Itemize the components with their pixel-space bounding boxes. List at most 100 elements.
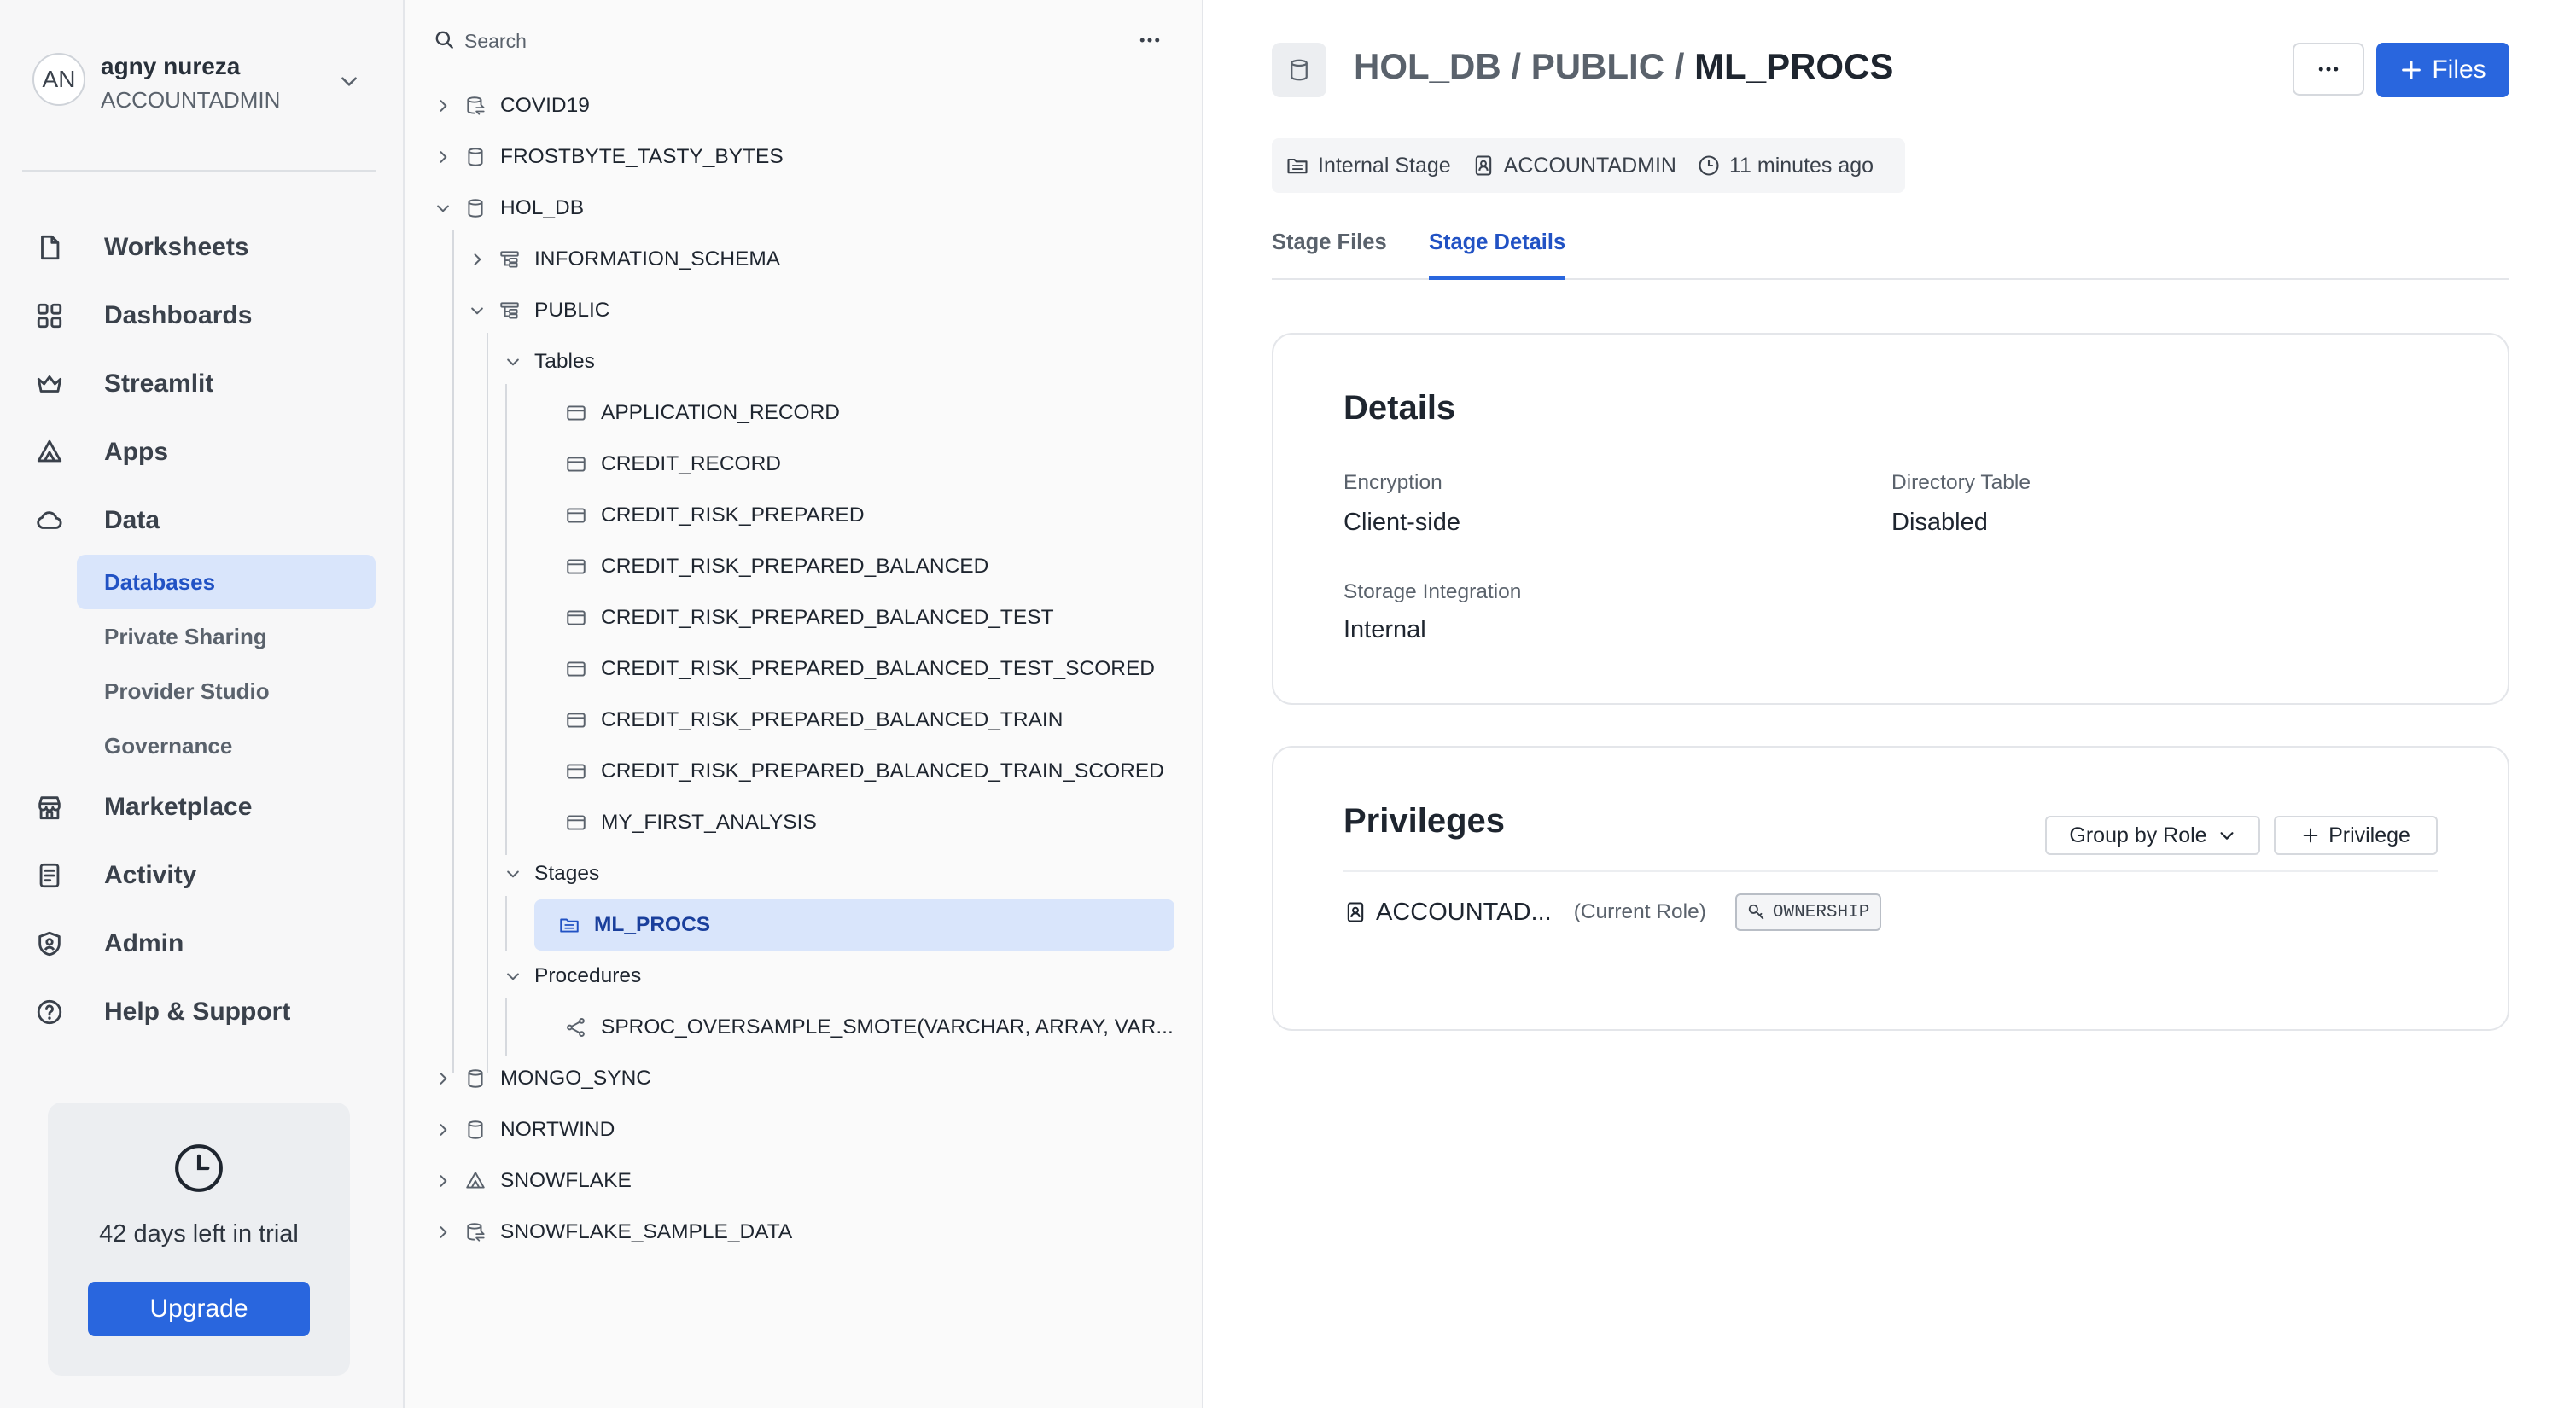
chevron-down-icon[interactable] (464, 298, 490, 323)
nav-sub-private-sharing[interactable]: Private Sharing (77, 609, 376, 664)
tree-item-schema[interactable]: INFORMATION_SCHEMA (464, 236, 780, 283)
chevron-right-icon[interactable] (430, 1066, 456, 1091)
tree-item-schema[interactable]: PUBLIC (464, 287, 610, 335)
add-privilege-button[interactable]: Privilege (2274, 816, 2438, 855)
page-title: ML_PROCS (1694, 46, 1894, 86)
search-input[interactable] (464, 24, 891, 58)
nav-item-streamlit[interactable]: Streamlit (32, 358, 374, 410)
chevron-right-icon[interactable] (464, 247, 490, 272)
snowflake-app-icon (463, 1168, 488, 1194)
nav-sub-databases[interactable]: Databases (77, 555, 376, 609)
tree-item-table[interactable]: CREDIT_RISK_PREPARED_BALANCED_TEST (557, 594, 1054, 642)
privilege-role-name[interactable]: ACCOUNTAD... (1376, 899, 1552, 927)
nav-item-apps[interactable]: Apps (32, 427, 374, 478)
nav-sub-governance[interactable]: Governance (77, 719, 376, 773)
nav-item-label: Worksheets (104, 233, 249, 261)
breadcrumb-schema[interactable]: PUBLIC (1531, 46, 1664, 86)
storage-integration-label: Storage Integration (1343, 580, 1522, 603)
avatar: AN (32, 53, 85, 106)
tree-item-table[interactable]: CREDIT_RISK_PREPARED_BALANCED_TRAIN (557, 696, 1063, 744)
chevron-right-icon[interactable] (430, 1117, 456, 1143)
tab-stage-details[interactable]: Stage Details (1429, 230, 1566, 280)
tree-item-table[interactable]: APPLICATION_RECORD (557, 389, 840, 437)
chevron-down-icon[interactable] (500, 349, 526, 375)
breadcrumb-separator: / (1501, 46, 1531, 86)
main-content: HOL_DB / PUBLIC / ML_PROCS Files Interna… (1203, 0, 2576, 1408)
trial-panel: 42 days left in trial Upgrade (48, 1103, 350, 1376)
chevron-down-icon[interactable] (338, 70, 360, 92)
add-privilege-label: Privilege (2328, 823, 2410, 847)
chevron-down-icon[interactable] (430, 195, 456, 221)
database-icon (463, 1066, 488, 1091)
tree-item-label: COVID19 (500, 94, 590, 117)
nav-item-worksheets[interactable]: Worksheets (32, 222, 374, 273)
tree-item-database[interactable]: HOL_DB (430, 184, 584, 232)
nav-item-activity[interactable]: Activity (32, 850, 374, 901)
tree-item-database[interactable]: NORTWIND (430, 1106, 615, 1154)
tree-item-label: NORTWIND (500, 1118, 615, 1141)
tree-item-table[interactable]: CREDIT_RISK_PREPARED_BALANCED_TRAIN_SCOR… (557, 748, 1164, 795)
tree-group-procedures[interactable]: Procedures (500, 952, 641, 1000)
chevron-right-icon[interactable] (430, 1168, 456, 1194)
schema-icon (497, 247, 522, 272)
tree-group-label: Tables (534, 350, 595, 373)
grid-icon (32, 299, 67, 333)
table-icon (563, 759, 589, 784)
nav-item-data[interactable]: Data (32, 495, 374, 546)
chevron-right-icon[interactable] (430, 1219, 456, 1245)
tree-item-database[interactable]: MONGO_SYNC (430, 1055, 651, 1103)
tree-item-table[interactable]: CREDIT_RISK_PREPARED_BALANCED (557, 543, 988, 591)
tree-item-label: ML_PROCS (594, 913, 711, 936)
tree-item-table[interactable]: CREDIT_RECORD (557, 440, 781, 488)
tree-item-table[interactable]: MY_FIRST_ANALYSIS (557, 799, 817, 847)
more-actions-button[interactable] (2293, 43, 2364, 96)
tab-stage-files[interactable]: Stage Files (1272, 230, 1387, 276)
tree-item-stage[interactable]: ML_PROCS (534, 899, 1174, 951)
database-icon (463, 1117, 488, 1143)
tree-guide-line (505, 384, 507, 855)
chevron-right-icon[interactable] (430, 93, 456, 119)
tree-item-database[interactable]: SNOWFLAKE_SAMPLE_DATA (430, 1208, 792, 1256)
tree-group-tables[interactable]: Tables (500, 338, 595, 386)
nav-divider (22, 170, 376, 172)
tree-item-label: PUBLIC (534, 299, 610, 322)
nav-sub-label: Private Sharing (104, 623, 267, 649)
chevron-down-icon[interactable] (500, 861, 526, 887)
chevron-down-icon[interactable] (500, 963, 526, 989)
tree-item-database[interactable]: SNOWFLAKE (430, 1157, 632, 1205)
nav-item-dashboards[interactable]: Dashboards (32, 290, 374, 341)
shared-database-icon (463, 93, 488, 119)
role-icon (1343, 900, 1367, 924)
tree-item-procedure[interactable]: SPROC_OVERSAMPLE_SMOTE(VARCHAR, ARRAY, V… (557, 1004, 1174, 1051)
tree-guide-line (452, 230, 454, 1073)
tree-item-label: CREDIT_RISK_PREPARED_BALANCED_TRAIN (601, 708, 1064, 731)
database-icon (463, 195, 488, 221)
tree-item-table[interactable]: CREDIT_RISK_PREPARED_BALANCED_TEST_SCORE… (557, 645, 1155, 693)
group-by-label: Group by Role (2069, 823, 2207, 847)
nav-item-marketplace[interactable]: Marketplace (32, 782, 374, 833)
left-navigation: AN agny nureza ACCOUNTADMIN Worksheets D… (0, 0, 405, 1408)
more-options-icon[interactable] (1137, 27, 1163, 53)
tree-item-database[interactable]: COVID19 (430, 82, 590, 130)
current-role-note: (Current Role) (1573, 900, 1706, 923)
encryption-value: Client-side (1343, 509, 1460, 536)
chevron-right-icon[interactable] (430, 144, 456, 170)
user-menu[interactable]: AN agny nureza ACCOUNTADMIN (32, 49, 374, 118)
breadcrumb-database[interactable]: HOL_DB (1354, 46, 1501, 86)
upgrade-button[interactable]: Upgrade (88, 1282, 310, 1336)
nav-sub-provider-studio[interactable]: Provider Studio (77, 664, 376, 719)
apps-icon (32, 435, 67, 469)
nav-item-label: Activity (104, 861, 197, 889)
nav-item-help-support[interactable]: Help & Support (32, 986, 374, 1038)
group-by-role-dropdown[interactable]: Group by Role (2045, 816, 2260, 855)
tree-item-table[interactable]: CREDIT_RISK_PREPARED (557, 492, 865, 539)
tree-item-label: SPROC_OVERSAMPLE_SMOTE(VARCHAR, ARRAY, V… (601, 1015, 1174, 1039)
tree-item-database[interactable]: FROSTBYTE_TASTY_BYTES (430, 133, 784, 181)
add-files-button[interactable]: Files (2376, 43, 2509, 97)
ownership-label: OWNERSHIP (1772, 902, 1870, 922)
tree-guide-line (505, 896, 507, 951)
privileges-divider (1343, 870, 2438, 872)
tree-group-stages[interactable]: Stages (500, 850, 599, 898)
nav-item-admin[interactable]: Admin (32, 918, 374, 969)
table-icon (563, 451, 589, 477)
